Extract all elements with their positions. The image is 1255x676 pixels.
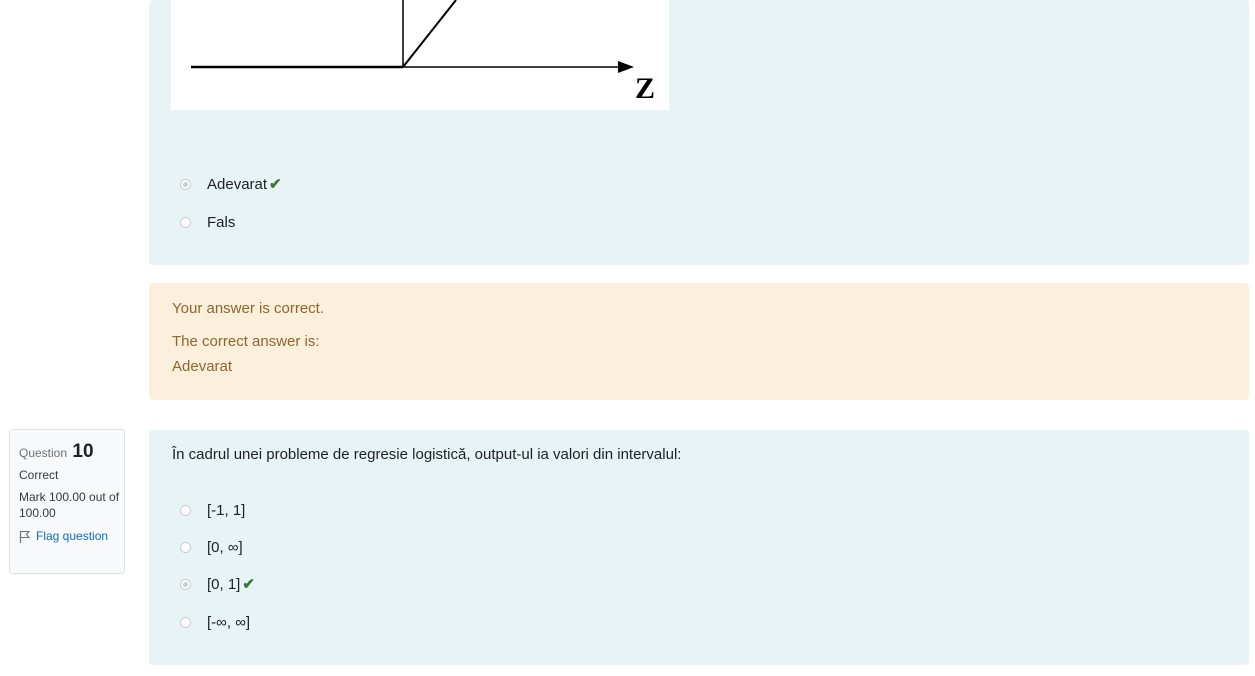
answer-label: Fals: [207, 213, 236, 231]
answer-label: [0, 1]: [207, 575, 241, 593]
answer-option-fals[interactable]: Fals: [180, 210, 235, 234]
question-state: Correct: [19, 468, 59, 482]
answer-label: [-1, 1]: [207, 501, 246, 519]
feedback-correct-value: Adevarat: [172, 358, 233, 375]
answer-radio[interactable]: [180, 504, 191, 516]
answer-radio[interactable]: [180, 616, 191, 628]
answer-radio[interactable]: [180, 216, 191, 228]
relu-graph: Z: [191, 0, 655, 105]
answer-option-3[interactable]: [0, 1] ✔: [180, 572, 255, 596]
answer-label: [0, ∞]: [207, 538, 243, 556]
flag-question-label[interactable]: Flag question: [36, 529, 108, 543]
feedback-status: Your answer is correct.: [172, 300, 325, 317]
question-label: Question: [19, 446, 68, 460]
answer-radio[interactable]: [180, 178, 191, 190]
question-feedback: Your answer is correct. The correct answ…: [149, 283, 1249, 400]
question-text: În cadrul unei probleme de regresie logi…: [172, 446, 682, 463]
graph-z-arrow: [618, 61, 634, 73]
question-figure: Z: [171, 0, 669, 110]
flag-question-link[interactable]: Flag question: [19, 529, 124, 543]
graph-ramp-line: [402, 0, 457, 68]
graph-axis-label: Z: [635, 72, 655, 105]
answer-label: Adevarat: [207, 175, 268, 193]
answer-radio[interactable]: [180, 578, 191, 590]
question-9-content: Z Adevarat ✔ Fals: [149, 0, 1249, 265]
answer-option-4[interactable]: [-∞, ∞]: [180, 610, 250, 634]
question-info-panel: Question 10 Correct Mark 100.00 out of 1…: [9, 429, 125, 574]
check-icon: ✔: [242, 576, 255, 593]
answer-label: [-∞, ∞]: [207, 613, 251, 631]
question-10-content: În cadrul unei probleme de regresie logi…: [149, 430, 1249, 665]
feedback-correct-prefix: The correct answer is:: [172, 333, 320, 350]
answer-option-2[interactable]: [0, ∞]: [180, 535, 243, 559]
check-icon: ✔: [269, 176, 282, 193]
question-number-row: Question 10: [19, 441, 124, 463]
question-number: 10: [72, 441, 94, 462]
flag-icon: [19, 530, 31, 543]
question-mark: Mark 100.00 out of 100.00: [19, 490, 120, 520]
answer-option-1[interactable]: [-1, 1]: [180, 498, 245, 522]
answer-option-adevarat[interactable]: Adevarat ✔: [180, 172, 282, 196]
answer-radio[interactable]: [180, 541, 191, 553]
